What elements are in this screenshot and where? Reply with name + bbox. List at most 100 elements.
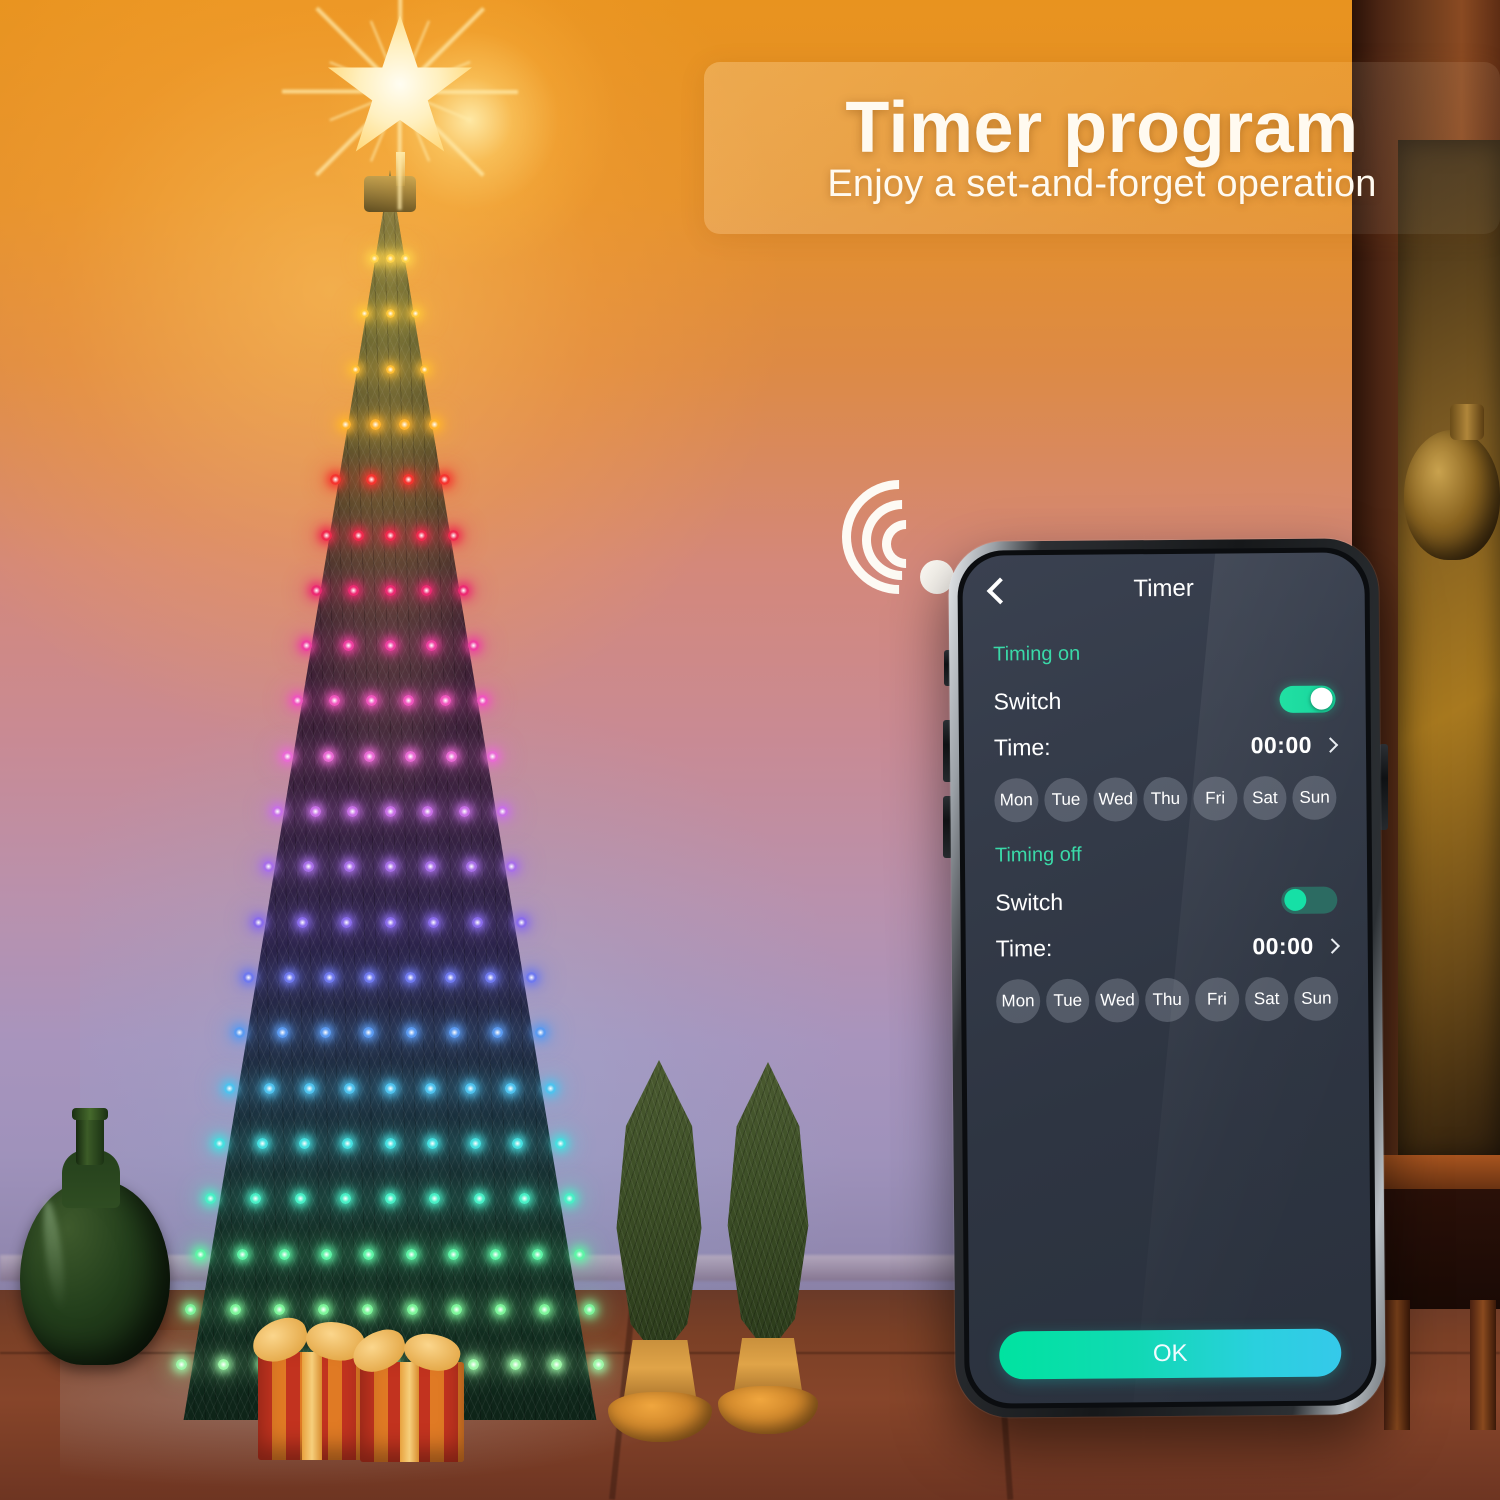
gift-box bbox=[360, 1362, 464, 1462]
tree-led bbox=[384, 806, 396, 818]
tree-led bbox=[428, 418, 440, 430]
timing-on-heading: Timing on bbox=[993, 642, 1081, 666]
day-pill-label: Tue bbox=[1053, 990, 1083, 1010]
timing-off-switch-toggle[interactable] bbox=[1281, 886, 1338, 914]
ok-button-container: OK bbox=[999, 1328, 1342, 1380]
tree-led bbox=[272, 806, 284, 818]
tree-led bbox=[593, 1359, 605, 1371]
tree-led bbox=[477, 695, 489, 707]
tree-led bbox=[320, 529, 332, 541]
timing-on-time-value-group[interactable]: 00:00 bbox=[1251, 731, 1339, 759]
tree-led bbox=[420, 364, 430, 374]
day-pill-label: Wed bbox=[1098, 789, 1134, 809]
tree-led bbox=[496, 806, 508, 818]
headline-subtitle: Enjoy a set-and-forget operation bbox=[827, 163, 1377, 206]
tree-led bbox=[427, 1137, 439, 1149]
day-pill-sat[interactable]: Sat bbox=[1244, 976, 1289, 1022]
tree-led bbox=[237, 1248, 249, 1260]
tree-led bbox=[384, 1193, 396, 1205]
tree-led bbox=[324, 972, 336, 984]
tree-led bbox=[347, 584, 359, 596]
day-pill-wed[interactable]: Wed bbox=[1093, 777, 1138, 822]
timing-on-time-label: Time: bbox=[993, 733, 1051, 761]
tree-led bbox=[195, 1248, 207, 1260]
day-pill-thu[interactable]: Thu bbox=[1143, 776, 1188, 822]
tree-led bbox=[304, 1082, 316, 1094]
day-pill-sat[interactable]: Sat bbox=[1242, 775, 1287, 821]
tree-led bbox=[404, 750, 416, 762]
led-christmas-tree bbox=[150, 0, 630, 1420]
day-pill-label: Mon bbox=[1001, 991, 1035, 1011]
tree-led bbox=[512, 1137, 524, 1149]
chevron-left-icon[interactable] bbox=[986, 577, 1014, 604]
timing-off-time-value-group[interactable]: 00:00 bbox=[1252, 932, 1341, 960]
day-pill-fri[interactable]: Fri bbox=[1194, 977, 1239, 1022]
cabinet-leg bbox=[1470, 1300, 1496, 1430]
timing-on-day-selector: Mon Tue Wed Thu Fri Sat Sun bbox=[994, 775, 1337, 823]
tree-led bbox=[573, 1248, 585, 1260]
gift-box bbox=[258, 1352, 366, 1460]
tree-led bbox=[385, 364, 395, 374]
chevron-right-icon bbox=[1322, 736, 1339, 753]
tree-led bbox=[428, 916, 440, 928]
day-pill-label: Sun bbox=[1299, 787, 1330, 807]
cabinet-leg bbox=[1384, 1300, 1410, 1430]
app-navigation-bar: Timer bbox=[962, 552, 1365, 626]
tree-led bbox=[282, 750, 294, 762]
tree-led bbox=[515, 916, 527, 928]
tree-led bbox=[363, 1248, 375, 1260]
tree-led bbox=[531, 1248, 543, 1260]
tree-led bbox=[410, 309, 420, 319]
tree-led bbox=[229, 1303, 241, 1315]
tree-led bbox=[243, 972, 255, 984]
timing-on-switch-toggle[interactable] bbox=[1279, 685, 1336, 713]
tree-led bbox=[535, 1027, 547, 1039]
day-pill-sun[interactable]: Sun bbox=[1292, 775, 1337, 820]
tree-led bbox=[185, 1303, 197, 1315]
day-pill-fri[interactable]: Fri bbox=[1193, 776, 1238, 821]
tree-led bbox=[296, 916, 308, 928]
tree-led bbox=[339, 1193, 351, 1205]
tree-led bbox=[405, 1248, 417, 1260]
tree-led bbox=[264, 1082, 276, 1094]
timing-off-section: Timing off Switch Time: 00:00 Mon Tue We… bbox=[965, 841, 1369, 1024]
day-pill-label: Fri bbox=[1205, 788, 1226, 808]
tree-led bbox=[544, 1082, 556, 1094]
day-pill-sun[interactable]: Sun bbox=[1294, 976, 1339, 1021]
cabinet-glass-panel bbox=[1398, 140, 1500, 1160]
tree-needle-texture bbox=[183, 170, 597, 1420]
timing-off-time-row[interactable]: Time: 00:00 bbox=[996, 923, 1341, 972]
ok-button[interactable]: OK bbox=[999, 1328, 1342, 1380]
tree-led bbox=[384, 916, 396, 928]
tree-led bbox=[175, 1359, 187, 1371]
tree-led bbox=[525, 972, 537, 984]
wifi-signal-icon bbox=[818, 456, 980, 618]
day-pill-label: Tue bbox=[1051, 789, 1081, 809]
product-lifestyle-image: Timer program Enjoy a set-and-forget ope… bbox=[0, 0, 1500, 1500]
day-pill-label: Fri bbox=[1206, 989, 1227, 1009]
timing-off-switch-label: Switch bbox=[995, 888, 1064, 915]
day-pill-thu[interactable]: Thu bbox=[1145, 977, 1190, 1023]
tree-led bbox=[416, 529, 428, 541]
chevron-right-icon bbox=[1324, 937, 1341, 954]
day-pill-mon[interactable]: Mon bbox=[996, 979, 1041, 1024]
timing-off-time-value: 00:00 bbox=[1252, 932, 1314, 959]
tree-led bbox=[385, 309, 395, 319]
tree-led bbox=[253, 916, 265, 928]
tree-led bbox=[448, 529, 460, 541]
day-pill-label: Mon bbox=[999, 790, 1033, 810]
tree-led bbox=[233, 1027, 245, 1039]
tree-led bbox=[506, 861, 518, 873]
day-pill-tue[interactable]: Tue bbox=[1045, 978, 1090, 1024]
tree-led bbox=[384, 640, 396, 652]
tree-led bbox=[509, 1359, 521, 1371]
day-pill-tue[interactable]: Tue bbox=[1043, 777, 1089, 823]
tree-led bbox=[402, 474, 414, 486]
day-pill-mon[interactable]: Mon bbox=[994, 778, 1039, 823]
tree-led bbox=[256, 1137, 268, 1149]
day-pill-label: Sat bbox=[1253, 989, 1280, 1009]
tree-led bbox=[318, 1303, 330, 1315]
timing-on-time-row[interactable]: Time: 00:00 bbox=[993, 722, 1339, 771]
tree-led bbox=[450, 1303, 462, 1315]
day-pill-wed[interactable]: Wed bbox=[1095, 978, 1140, 1023]
